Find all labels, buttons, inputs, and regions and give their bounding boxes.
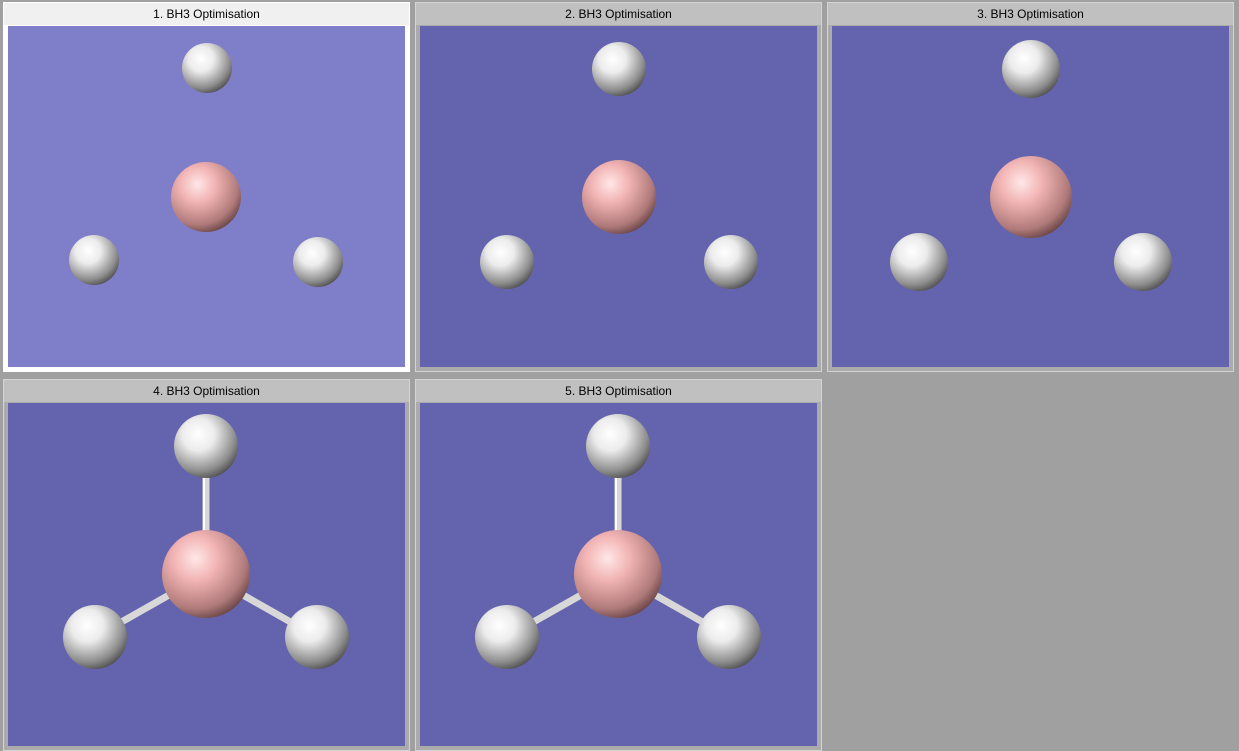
- molecule-panel-1[interactable]: 1. BH3 Optimisation: [3, 2, 410, 372]
- hydrogen-atom-right[interactable]: [697, 605, 761, 669]
- hydrogen-atom-left[interactable]: [69, 235, 119, 285]
- molecule-canvas: [890, 40, 1172, 291]
- hydrogen-atom-right[interactable]: [293, 237, 343, 287]
- molecule-viewport[interactable]: [420, 26, 817, 367]
- panel-title: 3. BH3 Optimisation: [828, 3, 1233, 25]
- boron-atom[interactable]: [582, 160, 656, 234]
- molecule-canvas: [475, 414, 761, 669]
- hydrogen-atom-top[interactable]: [174, 414, 238, 478]
- hydrogen-atom-top[interactable]: [182, 43, 232, 93]
- panel-title: 4. BH3 Optimisation: [4, 380, 409, 402]
- molecule-canvas: [63, 414, 349, 669]
- hydrogen-atom-top[interactable]: [592, 42, 646, 96]
- hydrogen-atom-top[interactable]: [586, 414, 650, 478]
- molecule-canvas: [69, 43, 343, 287]
- hydrogen-atom-left[interactable]: [63, 605, 127, 669]
- panel-title: 5. BH3 Optimisation: [416, 380, 821, 402]
- molecule-panel-3[interactable]: 3. BH3 Optimisation: [827, 2, 1234, 372]
- hydrogen-atom-top[interactable]: [1002, 40, 1060, 98]
- empty-workspace: [827, 379, 1239, 751]
- molecule-viewport[interactable]: [420, 403, 817, 746]
- boron-atom[interactable]: [171, 162, 241, 232]
- panel-title: 2. BH3 Optimisation: [416, 3, 821, 25]
- hydrogen-atom-left[interactable]: [480, 235, 534, 289]
- molecule-viewport[interactable]: [8, 26, 405, 367]
- hydrogen-atom-right[interactable]: [704, 235, 758, 289]
- molecule-panel-4[interactable]: 4. BH3 Optimisation: [3, 379, 410, 751]
- molecule-canvas: [480, 42, 758, 289]
- hydrogen-atom-right[interactable]: [1114, 233, 1172, 291]
- boron-atom[interactable]: [574, 530, 662, 618]
- molecule-panel-2[interactable]: 2. BH3 Optimisation: [415, 2, 822, 372]
- molecule-viewport[interactable]: [8, 403, 405, 746]
- hydrogen-atom-left[interactable]: [890, 233, 948, 291]
- hydrogen-atom-left[interactable]: [475, 605, 539, 669]
- molecule-panel-5[interactable]: 5. BH3 Optimisation: [415, 379, 822, 751]
- molecule-viewport[interactable]: [832, 26, 1229, 367]
- boron-atom[interactable]: [162, 530, 250, 618]
- boron-atom[interactable]: [990, 156, 1072, 238]
- hydrogen-atom-right[interactable]: [285, 605, 349, 669]
- panel-title: 1. BH3 Optimisation: [4, 3, 409, 25]
